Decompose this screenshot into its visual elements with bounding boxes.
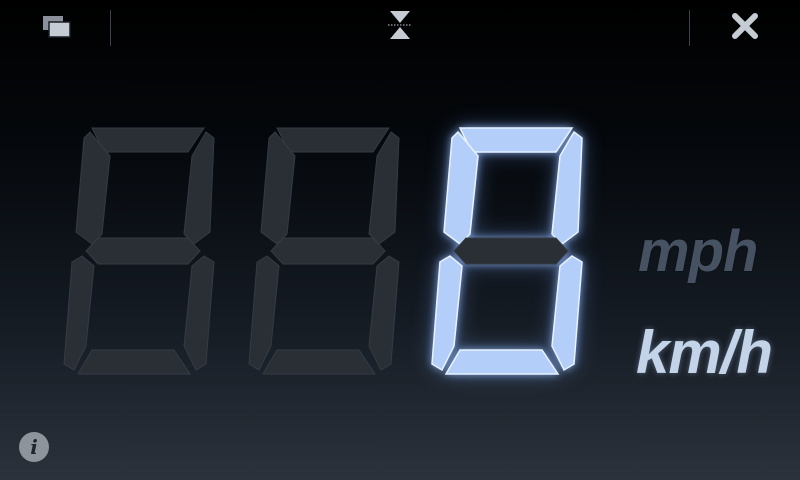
segment-c bbox=[183, 255, 215, 371]
unit-mph-option[interactable]: mph bbox=[638, 218, 758, 285]
speed-display bbox=[60, 127, 620, 378]
segment-c bbox=[551, 255, 583, 372]
segment-a bbox=[458, 127, 574, 153]
segment-d bbox=[262, 349, 376, 375]
segment-d bbox=[77, 349, 191, 375]
windows-stack-icon bbox=[43, 16, 71, 38]
close-x-icon bbox=[732, 13, 758, 39]
info-button[interactable]: i bbox=[19, 432, 49, 462]
seven-segment-digit bbox=[63, 127, 215, 375]
seven-segment-digit bbox=[248, 127, 400, 375]
segment-a bbox=[91, 127, 205, 153]
top-toolbar bbox=[0, 0, 800, 52]
segment-f bbox=[443, 130, 479, 245]
toolbar-divider-right bbox=[689, 10, 690, 46]
speed-digit-tens bbox=[245, 127, 405, 378]
segment-g bbox=[270, 237, 386, 265]
info-icon: i bbox=[30, 435, 38, 459]
segment-c bbox=[368, 255, 400, 371]
segment-g bbox=[453, 237, 569, 265]
toolbar-divider-left bbox=[110, 10, 111, 46]
unit-kmh-option[interactable]: km/h bbox=[636, 318, 773, 387]
segment-e bbox=[248, 255, 280, 371]
seven-segment-digit bbox=[431, 127, 583, 375]
close-button[interactable] bbox=[725, 8, 765, 44]
hourglass-button[interactable] bbox=[380, 8, 420, 42]
segment-d bbox=[444, 349, 560, 375]
segment-g bbox=[85, 237, 201, 265]
speed-digit-ones bbox=[428, 127, 588, 378]
hourglass-icon bbox=[388, 11, 412, 39]
window-button[interactable] bbox=[36, 10, 76, 42]
segment-a bbox=[276, 127, 390, 153]
speed-digit-hundreds bbox=[60, 127, 220, 378]
segment-e bbox=[63, 255, 95, 371]
